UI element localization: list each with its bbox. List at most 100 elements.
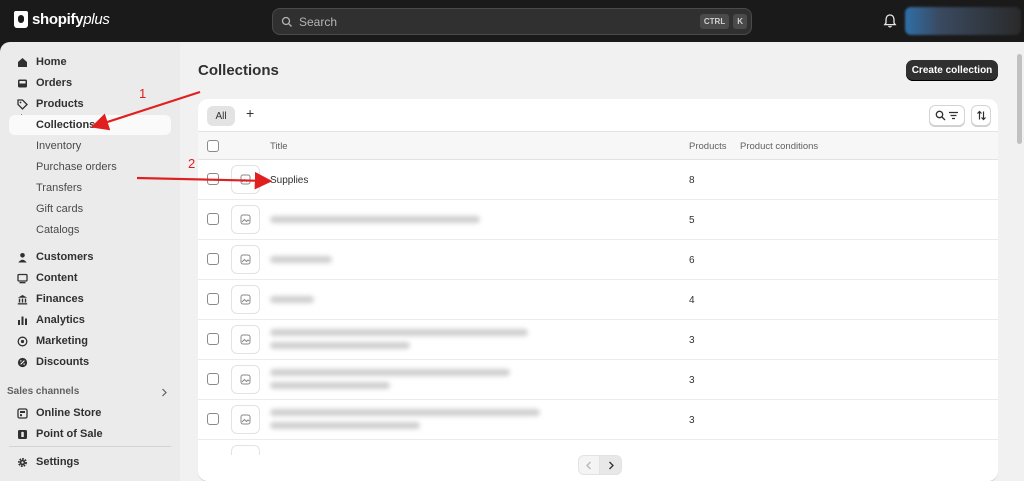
- collection-thumbnail: [231, 445, 260, 455]
- sidebar-item-label: Point of Sale: [36, 428, 103, 440]
- collection-thumbnail: [231, 285, 260, 314]
- row-checkbox[interactable]: [207, 293, 219, 305]
- product-count: 5: [689, 215, 695, 226]
- blurred-collection-title: [270, 329, 528, 336]
- blurred-collection-title: [270, 256, 332, 263]
- row-checkbox[interactable]: [207, 213, 219, 225]
- scrollbar-thumb[interactable]: [1017, 54, 1022, 144]
- shortcut-ctrl-key: CTRL: [699, 14, 730, 29]
- sidebar-item-label: Discounts: [36, 356, 90, 368]
- select-all-checkbox[interactable]: [207, 140, 219, 152]
- sidebar-item-label: Content: [36, 272, 78, 284]
- sidebar-item-label: Orders: [36, 77, 73, 89]
- previous-page-button[interactable]: [578, 455, 600, 475]
- product-count: 3: [689, 375, 695, 386]
- content-icon: [17, 273, 28, 283]
- shopify-bag-icon: [14, 11, 28, 28]
- column-header-product-conditions[interactable]: Product conditions: [740, 141, 818, 152]
- sort-button[interactable]: [971, 105, 991, 126]
- product-count: 4: [689, 295, 695, 306]
- search-icon: [935, 110, 946, 121]
- table-row[interactable]: 4: [198, 280, 998, 320]
- product-count: 8: [689, 175, 695, 186]
- sidebar-item-orders[interactable]: Orders: [9, 73, 171, 93]
- sidebar-item-label: Marketing: [36, 335, 88, 347]
- brand-name: shopify: [32, 11, 84, 28]
- sidebar-item-content[interactable]: Content: [9, 268, 171, 288]
- sidebar-item-label: Products: [36, 98, 84, 110]
- column-header-products[interactable]: Products: [689, 141, 727, 152]
- chevron-right-icon: [608, 461, 614, 469]
- create-collection-button[interactable]: Create collection: [906, 60, 998, 81]
- collections-table-card: All + Title Products Product conditions …: [198, 99, 998, 481]
- discount-icon: [17, 357, 28, 367]
- pos-icon: [18, 429, 27, 439]
- main-content: Collections Create collection All + Titl…: [180, 42, 1015, 481]
- home-icon: [18, 57, 27, 67]
- product-count: 3: [689, 415, 695, 426]
- sidebar-item-analytics[interactable]: Analytics: [9, 310, 171, 330]
- sidebar-item-inventory[interactable]: Inventory: [9, 136, 171, 156]
- sidebar-item-settings[interactable]: Settings: [9, 452, 171, 472]
- sidebar-item-label: Catalogs: [36, 224, 80, 236]
- sidebar-item-label: Analytics: [36, 314, 85, 326]
- sidebar-item-label: Transfers: [36, 182, 83, 194]
- chevron-right-icon[interactable]: [160, 388, 168, 397]
- user-profile-button[interactable]: [905, 7, 1021, 35]
- collection-title[interactable]: Supplies: [270, 175, 308, 186]
- blurred-collection-title: [270, 296, 314, 303]
- row-checkbox[interactable]: [207, 173, 219, 185]
- table-row[interactable]: 5: [198, 200, 998, 240]
- search-filter-button[interactable]: [929, 105, 965, 126]
- collection-thumbnail: [231, 365, 260, 394]
- sidebar-item-label: Collections: [36, 119, 96, 131]
- table-header: Title Products Product conditions: [198, 132, 998, 160]
- row-checkbox[interactable]: [207, 253, 219, 265]
- sidebar-divider: [9, 446, 171, 447]
- sidebar-item-gift-cards[interactable]: Gift cards: [9, 199, 171, 219]
- row-checkbox[interactable]: [207, 413, 219, 425]
- image-placeholder-icon: [240, 414, 251, 425]
- sidebar-item-finances[interactable]: Finances: [9, 289, 171, 309]
- table-row[interactable]: 3: [198, 320, 998, 360]
- search-placeholder: Search: [299, 14, 338, 29]
- sidebar-item-purchase-orders[interactable]: Purchase orders: [9, 157, 171, 177]
- blurred-collection-title: [270, 216, 480, 223]
- column-header-title[interactable]: Title: [270, 141, 288, 152]
- bank-icon: [17, 294, 28, 304]
- blurred-collection-title-line2: [270, 422, 420, 429]
- row-checkbox[interactable]: [207, 333, 219, 345]
- page-scrollbar[interactable]: [1015, 42, 1024, 481]
- next-page-button[interactable]: [600, 455, 622, 475]
- search-bar[interactable]: Search CTRL K: [272, 8, 752, 35]
- shopify-logo[interactable]: shopifyplus: [14, 11, 110, 28]
- gear-icon: [17, 457, 28, 467]
- bar-chart-icon: [18, 316, 27, 325]
- sidebar-item-home[interactable]: Home: [9, 52, 171, 72]
- sidebar-item-marketing[interactable]: Marketing: [9, 331, 171, 351]
- sidebar-item-online-store[interactable]: Online Store: [9, 403, 171, 423]
- sidebar-item-label: Online Store: [36, 407, 102, 419]
- table-row[interactable]: 3: [198, 400, 998, 440]
- person-icon: [18, 252, 27, 262]
- collection-thumbnail: [231, 205, 260, 234]
- sidebar-item-catalogs[interactable]: Catalogs: [9, 220, 171, 240]
- sales-channels-heading: Sales channels: [7, 386, 80, 397]
- table-row[interactable]: 3: [198, 360, 998, 400]
- tab-all[interactable]: All: [207, 106, 235, 126]
- add-view-button[interactable]: +: [246, 105, 254, 121]
- blurred-collection-title: [270, 369, 510, 376]
- sidebar-item-customers[interactable]: Customers: [9, 247, 171, 267]
- row-checkbox[interactable]: [207, 373, 219, 385]
- sidebar-item-discounts[interactable]: Discounts: [9, 352, 171, 372]
- bell-icon[interactable]: [883, 13, 897, 29]
- sidebar-item-transfers[interactable]: Transfers: [9, 178, 171, 198]
- table-row[interactable]: 6: [198, 240, 998, 280]
- sidebar-item-products[interactable]: Products: [9, 94, 171, 114]
- table-row[interactable]: Supplies 8: [198, 160, 998, 200]
- target-icon: [17, 336, 28, 346]
- sidebar-item-label: Settings: [36, 456, 80, 468]
- sidebar-item-point-of-sale[interactable]: Point of Sale: [9, 424, 171, 444]
- sidebar: Home Orders Products Collections Invento…: [0, 42, 180, 481]
- sidebar-item-collections[interactable]: Collections: [9, 115, 171, 135]
